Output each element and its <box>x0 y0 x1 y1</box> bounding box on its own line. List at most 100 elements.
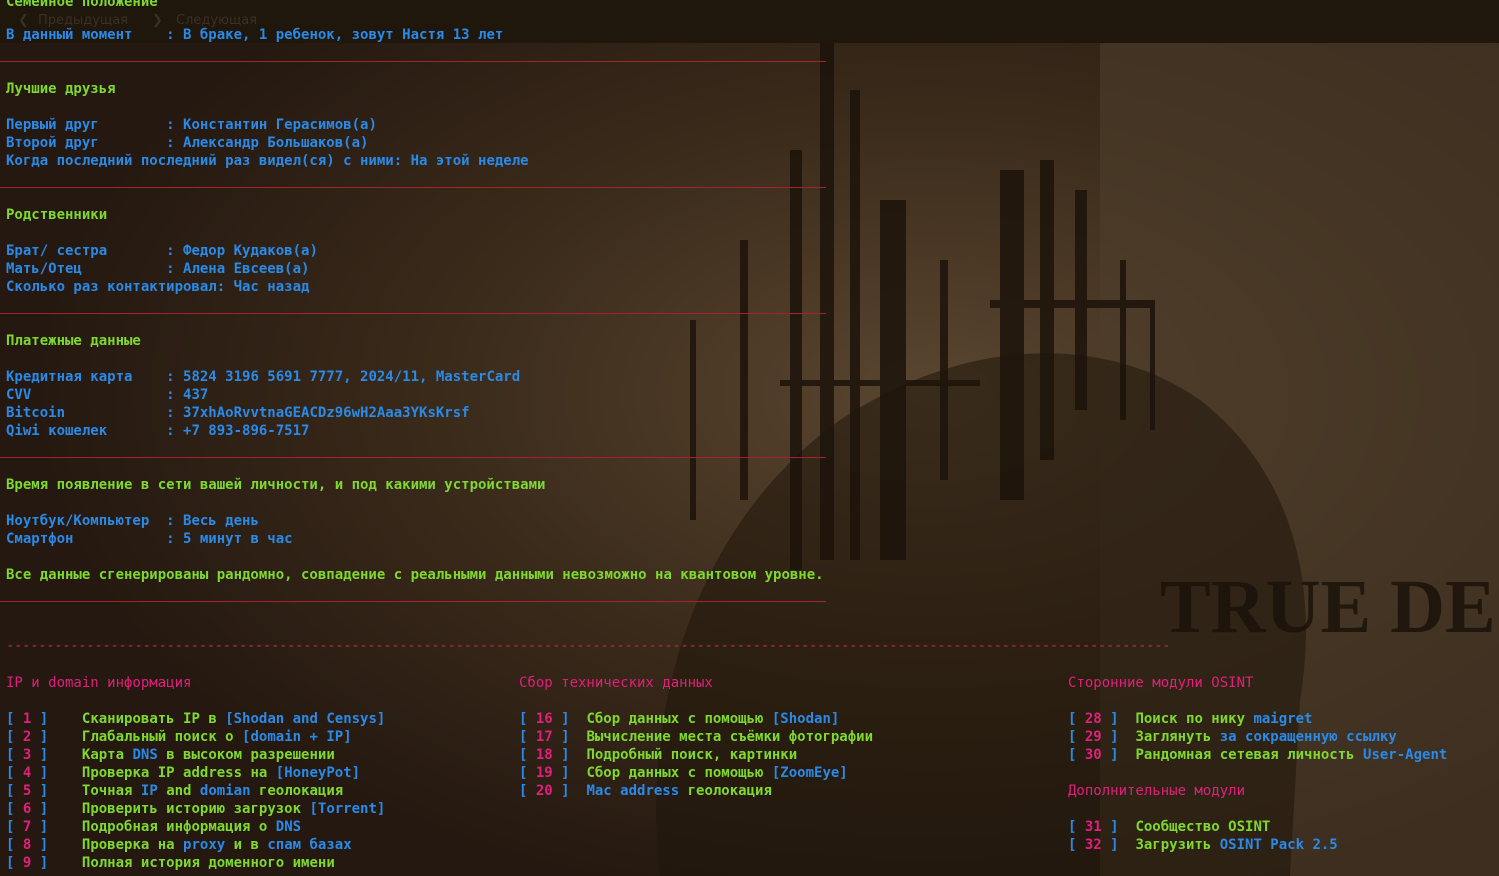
menu-item-7: [ 7 ] Подробная информация о DNS <box>6 819 302 835</box>
menu-item-label: Вычисление места съёмки фотографии <box>586 729 874 745</box>
menu-item-label: Подробный поиск, картинки <box>586 747 798 763</box>
menu-item-label: Загрузить <box>1135 837 1220 853</box>
payment-row: Bitcoin : 37xhAoRvvtnaGEACDz96wH2Aaa3YKs… <box>6 405 470 421</box>
column-title: IP и domain информация <box>6 675 192 691</box>
relatives-row: Мать/Отец : Алена Евсеев(а) <box>6 261 310 277</box>
menu-item-31: [ 31 ] Сообщество OSINT <box>1068 819 1271 835</box>
marital-value: : В браке, 1 ребенок, зовут Настя 13 лет <box>166 27 504 43</box>
divider-line <box>0 187 826 188</box>
menu-item-6: [ 6 ] Проверить историю загрузок [Torren… <box>6 801 386 817</box>
menu-item-label: domian <box>199 783 251 799</box>
menu-item-label: Поиск по нику <box>1135 711 1254 727</box>
menu-item-number: 18 <box>535 747 553 763</box>
menu-item-label: [HoneyPot] <box>275 765 361 781</box>
terminal-output: Семейное положение В данный момент : В б… <box>0 0 1499 876</box>
online-row: Смартфон : 5 минут в час <box>6 531 293 547</box>
friends-row: Первый друг : Константин Герасимов(а) <box>6 117 377 133</box>
menu-item-label: Сбор данных с помощью <box>586 711 772 727</box>
menu-column-osint-modules: Сторонние модули OSINT [ 28 ] Поиск по н… <box>1068 674 1447 854</box>
menu-item-label: Сообщество OSINT <box>1135 819 1271 835</box>
menu-item-label: proxy <box>183 837 226 853</box>
menu-item-32: [ 32 ] Загрузить OSINT Pack 2.5 <box>1068 837 1338 853</box>
menu-item-17: [ 17 ] Вычисление места съёмки фотографи… <box>519 729 874 745</box>
relatives-row: Сколько раз контактировал: Час назад <box>6 279 310 295</box>
menu-item-label: User-Agent <box>1363 747 1448 763</box>
menu-item-label: Проверка на <box>81 837 184 853</box>
marital-row: В данный момент : В браке, 1 ребенок, зо… <box>6 26 503 44</box>
divider-line <box>0 61 826 62</box>
friends-row: Когда последний последний раз видел(ся) … <box>6 153 529 169</box>
menu-column-tech-data: Сбор технических данных [ 16 ] Сбор данн… <box>519 674 873 800</box>
menu-list: [ 28 ] Поиск по нику maigret [ 29 ] Загля… <box>1068 710 1447 764</box>
menu-list: [ 31 ] Сообщество OSINT [ 32 ] Загрузить … <box>1068 818 1447 854</box>
menu-item-label: за сокращенную ссылку <box>1219 729 1397 745</box>
menu-item-2: [ 2 ] Глабальный поиск о [domain + IP] <box>6 729 352 745</box>
menu-item-label: Проверить историю загрузок <box>81 801 310 817</box>
menu-item-label: Карта <box>81 747 133 763</box>
menu-item-label: в высоком разрешении <box>157 747 335 763</box>
menu-item-label: Полная история доменного имени <box>81 855 335 871</box>
disclaimer: Все данные сгенерированы рандомно, совпа… <box>6 567 824 583</box>
menu-item-1: [ 1 ] Сканировать IP в [Shodan and Censy… <box>6 711 386 727</box>
menu-item-8: [ 8 ] Проверка на proxy и в спам базах <box>6 837 352 853</box>
menu-item-label: Сбор данных с помощью <box>586 765 772 781</box>
menu-item-label: Глабальный поиск о <box>81 729 243 745</box>
friends-heading: Лучшие друзья <box>6 81 116 97</box>
menu-item-number: 19 <box>535 765 553 781</box>
marital-heading: Семейное положение <box>6 0 158 10</box>
menu-item-30: [ 30 ] Рандомная сетевая личность User-A… <box>1068 747 1448 763</box>
menu-item-label: Подробная информация о <box>81 819 276 835</box>
divider-line <box>0 457 826 458</box>
payment-heading: Платежные данные <box>6 333 141 349</box>
divider-line <box>0 313 826 314</box>
dashed-divider: ----------------------------------------… <box>6 638 1171 654</box>
menu-item-20: [ 20 ] Mac address геолокация <box>519 783 772 799</box>
divider-line <box>0 601 826 602</box>
menu-item-label: IP <box>140 783 158 799</box>
menu-item-label: Mac address <box>586 783 680 799</box>
menu-item-label: and <box>157 783 200 799</box>
menu-item-label: [domain + IP] <box>242 729 352 745</box>
marital-key: В данный момент <box>6 27 167 43</box>
menu-item-28: [ 28 ] Поиск по нику maigret <box>1068 711 1313 727</box>
column-title: Сбор технических данных <box>519 675 713 691</box>
menu-item-label: геолокация <box>250 783 344 799</box>
column-title: Сторонние модули OSINT <box>1068 675 1254 691</box>
menu-item-label: Сканировать IP в <box>81 711 226 727</box>
menu-item-label: Рандомная сетевая личность <box>1135 747 1364 763</box>
menu-item-3: [ 3 ] Карта DNS в высоком разрешении <box>6 747 335 763</box>
menu-item-label: DNS <box>132 747 158 763</box>
menu-item-number: 31 <box>1084 819 1102 835</box>
payment-row: CVV : 437 <box>6 387 209 403</box>
menu-item-number: 30 <box>1084 747 1102 763</box>
menu-item-label: спам базах <box>267 837 352 853</box>
column-title: Дополнительные модули <box>1068 783 1246 799</box>
menu-item-label: Проверка IP address на <box>81 765 276 781</box>
online-heading: Время появление в сети вашей личности, и… <box>6 477 546 493</box>
menu-item-18: [ 18 ] Подробный поиск, картинки <box>519 747 798 763</box>
menu-item-number: 17 <box>535 729 553 745</box>
menu-list: [ 16 ] Сбор данных с помощью [Shodan] [ 1… <box>519 710 873 800</box>
menu-item-label: Заглянуть <box>1135 729 1220 745</box>
friends-row: Второй друг : Александр Большаков(а) <box>6 135 369 151</box>
menu-item-label: геолокация <box>679 783 772 799</box>
relatives-heading: Родственники <box>6 207 108 223</box>
menu-item-number: 28 <box>1084 711 1102 727</box>
menu-item-9: [ 9 ] Полная история доменного имени <box>6 855 335 871</box>
menu-item-number: 32 <box>1084 837 1102 853</box>
relatives-row: Брат/ сестра : Федор Кудаков(а) <box>6 243 318 259</box>
payment-row: Qiwi кошелек : +7 893-896-7517 <box>6 423 310 439</box>
menu-item-label: maigret <box>1253 711 1313 727</box>
menu-list: [ 1 ] Сканировать IP в [Shodan and Censy… <box>6 710 385 872</box>
menu-item-5: [ 5 ] Точная IP and domian геолокация <box>6 783 344 799</box>
menu-item-29: [ 29 ] Заглянуть за сокращенную ссылку <box>1068 729 1397 745</box>
payment-row: Кредитная карта : 5824 3196 5691 7777, 2… <box>6 369 521 385</box>
menu-item-4: [ 4 ] Проверка IP address на [HoneyPot] <box>6 765 361 781</box>
menu-item-label: Точная <box>81 783 141 799</box>
menu-item-label: [ZoomEye] <box>771 765 848 781</box>
menu-item-number: 29 <box>1084 729 1102 745</box>
menu-item-label: [Shodan] <box>771 711 840 727</box>
menu-item-number: 16 <box>535 711 553 727</box>
online-row: Ноутбук/Компьютер : Весь день <box>6 513 259 529</box>
menu-item-19: [ 19 ] Сбор данных с помощью [ZoomEye] <box>519 765 848 781</box>
